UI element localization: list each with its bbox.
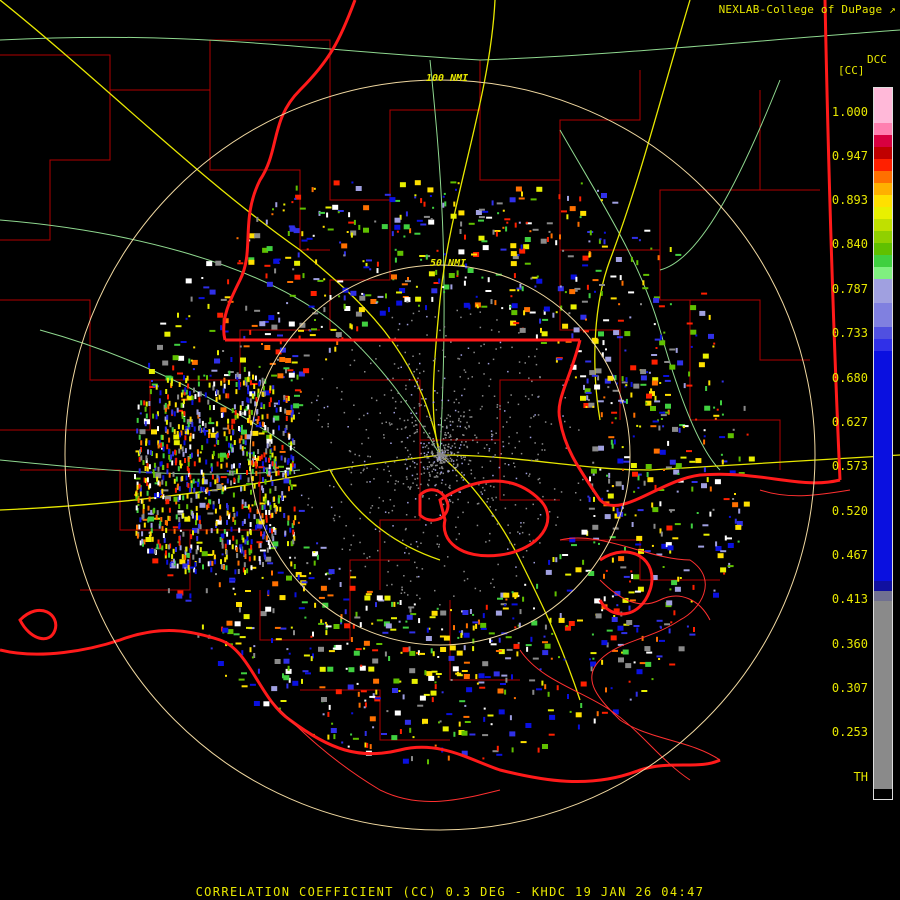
tick-label: 0.840 [831, 237, 868, 251]
tick-label: 0.413 [831, 592, 868, 606]
tick-label: 0.253 [831, 725, 868, 739]
radar-map [0, 0, 900, 831]
tick-label: 0.573 [831, 459, 868, 473]
tick-label: 0.733 [831, 326, 868, 340]
legend-unit: [CC] [838, 64, 865, 77]
product-caption: CORRELATION COEFFICIENT (CC) 0.3 DEG - K… [195, 885, 705, 899]
interstate-lines [0, 0, 900, 701]
tick-label: 0.947 [831, 149, 868, 163]
county-boundaries [0, 39, 820, 741]
external-link-icon[interactable]: ↗ [889, 3, 896, 16]
tick-label: 1.000 [831, 105, 868, 119]
legend-product: DCC [867, 53, 887, 66]
range-ring-label-100: 100 NMI [426, 73, 469, 84]
tick-label: 0.520 [831, 504, 868, 518]
tick-label: 0.307 [831, 681, 868, 695]
color-scale-bar [873, 87, 893, 800]
tick-label: 0.360 [831, 637, 868, 651]
tick-label: 0.627 [831, 415, 868, 429]
tick-label: 0.893 [831, 193, 868, 207]
credit-label: NEXLAB-College of DuPage ↗ [718, 3, 896, 16]
highway-lines [0, 29, 900, 475]
tick-label: 0.467 [831, 548, 868, 562]
range-ring-label-50: 50 NMI [430, 258, 467, 269]
tick-label: 0.787 [831, 282, 868, 296]
tick-label: 0.680 [831, 371, 868, 385]
tick-label: TH [853, 770, 868, 784]
